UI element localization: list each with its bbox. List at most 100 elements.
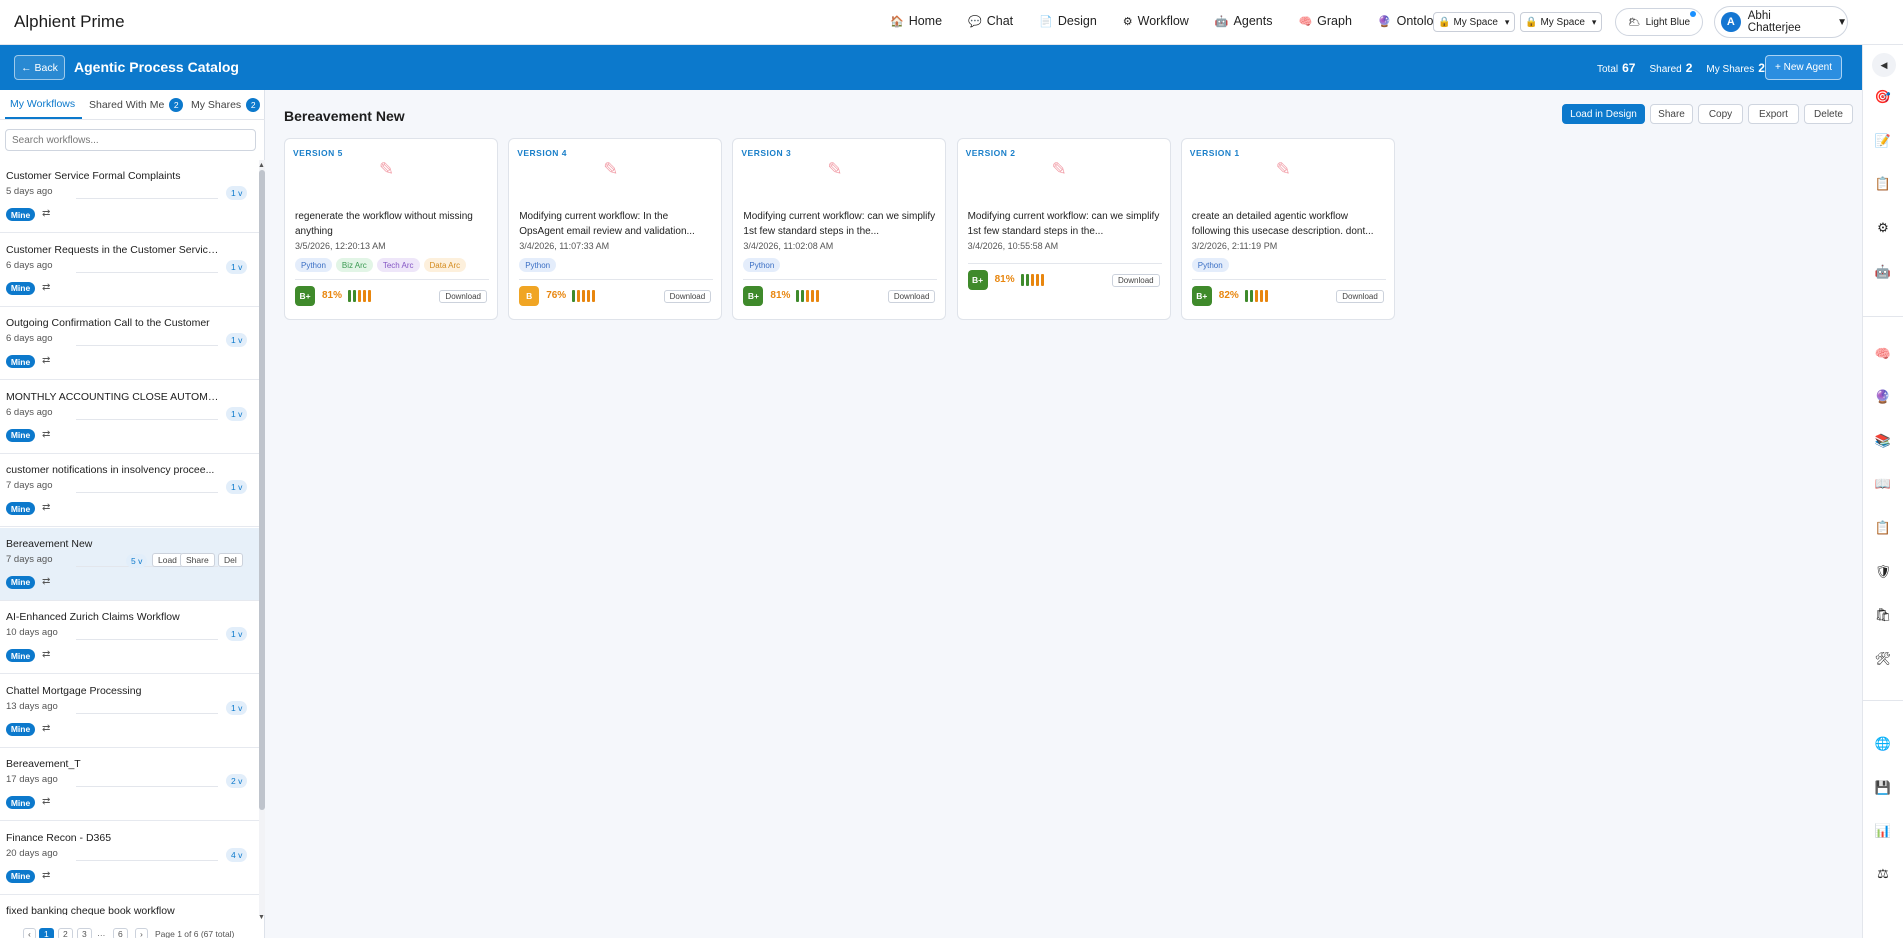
bar-chart-icon[interactable]: 📊 <box>1875 823 1891 839</box>
owner-badge: Mine <box>6 208 35 221</box>
globe-icon[interactable]: 🌐 <box>1875 736 1891 752</box>
books-icon[interactable]: 📚 <box>1875 433 1891 449</box>
share-arrows-icon[interactable]: ⇄ <box>42 355 50 366</box>
brain-icon[interactable]: 🧠 <box>1875 346 1891 362</box>
download-button[interactable]: Download <box>439 290 487 303</box>
download-button[interactable]: Download <box>1112 274 1160 287</box>
tools-icon[interactable]: 🛠 <box>1875 651 1892 667</box>
notes-icon[interactable]: 📝 <box>1875 133 1891 149</box>
workflow-list-item[interactable]: MONTHLY ACCOUNTING CLOSE AUTOMATI... 6 da… <box>0 381 259 454</box>
shield-icon[interactable]: 🛡 <box>1875 564 1892 580</box>
tab-shared-with-me[interactable]: Shared With Me 2 <box>89 98 184 112</box>
tab-my-shares[interactable]: My Shares 2 <box>191 98 261 112</box>
workflow-age: 20 days ago <box>6 847 58 859</box>
workflow-age: 7 days ago <box>6 553 53 565</box>
scroll-down-arrow[interactable]: ▼ <box>258 914 265 921</box>
share-button[interactable]: Share <box>1650 104 1693 124</box>
nav-graph[interactable]: 🧠 Graph <box>1288 12 1361 30</box>
load-workflow-button[interactable]: Load <box>152 552 183 567</box>
share-arrows-icon[interactable]: ⇄ <box>42 502 50 513</box>
version-card[interactable]: VERSION 2 ✎ Modifying current workflow: ca… <box>956 138 1171 320</box>
workflow-list-item[interactable]: Finance Recon - D365 20 days ago 4 v Mine ⇄ <box>0 822 259 895</box>
workflow-list-item[interactable]: Chattel Mortgage Processing 13 days ago 1 … <box>0 675 259 748</box>
workflow-list-item[interactable]: Customer Service Formal Complaints 5 days… <box>0 160 259 233</box>
open-book-icon[interactable]: 📖 <box>1875 476 1891 492</box>
download-button[interactable]: Download <box>663 290 712 303</box>
share-arrows-icon[interactable]: ⇄ <box>42 576 50 587</box>
page-button-1[interactable]: 1 <box>39 928 54 938</box>
floppy-disk-icon[interactable]: 💾 <box>1875 780 1891 796</box>
workflow-age: 10 days ago <box>6 627 58 638</box>
prev-page-button[interactable]: ‹ <box>23 928 36 938</box>
download-button[interactable]: Download <box>887 290 936 303</box>
card-divider <box>519 279 714 280</box>
target-icon[interactable]: 🎯 <box>1875 89 1891 105</box>
page-button-3[interactable]: 3 <box>77 928 92 938</box>
theme-toggle-button[interactable]: 🌥 Light Blue <box>1615 8 1703 36</box>
workflow-list-item[interactable]: Bereavement New 7 days ago 5 v Load Share Del… <box>0 527 259 601</box>
space-select-1[interactable]: 🔒 My Space ▾ <box>1433 12 1515 32</box>
export-button[interactable]: Export <box>1748 104 1799 124</box>
user-menu-button[interactable]: A Abhi Chatterjee ▼ <box>1714 6 1848 38</box>
delete-workflow-button[interactable]: Del <box>218 552 243 567</box>
nav-label: Design <box>1057 14 1097 28</box>
main-nav: 🏠 Home 💬 Chat 📄 Design ⚙ Workflow 🤖 Agents 🧠 Graph 🔮… <box>880 12 1457 30</box>
version-date: 3/4/2026, 11:02:08 AM <box>743 241 834 251</box>
workflow-list-item[interactable]: fixed banking cheque book workflow23 day… <box>0 895 259 915</box>
search-input[interactable] <box>5 129 256 151</box>
crystal-ball-icon[interactable]: 🔮 <box>1875 389 1891 405</box>
version-description: create an detailed agentic workflow foll… <box>1191 211 1374 237</box>
share-arrows-icon[interactable]: ⇄ <box>42 282 50 293</box>
workflow-list-item[interactable]: Outgoing Confirmation Call to the Custom… <box>0 307 259 380</box>
nav-workflow[interactable]: ⚙ Workflow <box>1113 12 1199 30</box>
nav-design[interactable]: 📄 Design <box>1029 12 1107 30</box>
robot-icon[interactable]: 🤖 <box>1875 264 1891 280</box>
workflow-list-item[interactable]: Customer Requests in the Customer Servic… <box>0 234 259 307</box>
workflow-list-item[interactable]: Bereavement_T 17 days ago 2 v Mine ⇄ <box>0 748 259 821</box>
new-agent-button[interactable]: + New Agent <box>1765 55 1842 80</box>
workflow-list-item[interactable]: customer notifications in insolvency pro… <box>0 454 259 527</box>
share-arrows-icon[interactable]: ⇄ <box>42 723 50 734</box>
copy-button[interactable]: Copy <box>1698 104 1743 124</box>
nav-home[interactable]: 🏠 Home <box>880 12 952 30</box>
nav-chat[interactable]: 💬 Chat <box>958 12 1023 30</box>
checklist-icon[interactable]: 📋 <box>1875 520 1891 536</box>
share-arrows-icon[interactable]: ⇄ <box>42 796 50 807</box>
share-arrows-icon[interactable]: ⇄ <box>42 429 50 440</box>
share-arrows-icon[interactable]: ⇄ <box>42 649 50 660</box>
gear-icon[interactable]: ⚙ <box>1875 220 1891 236</box>
version-card[interactable]: VERSION 1 ✎ create an detailed agentic wor… <box>1180 138 1395 320</box>
collapse-rail-button[interactable]: ◀ <box>1872 53 1896 77</box>
load-in-design-button[interactable]: Load in Design <box>1562 104 1645 124</box>
robot-icon: 🤖 <box>1214 15 1229 28</box>
workflow-list-item[interactable]: AI-Enhanced Zurich Claims Workflow 10 day… <box>0 601 259 674</box>
version-card[interactable]: VERSION 4 ✎ Modifying current workflow: In… <box>508 138 723 320</box>
page-button-2[interactable]: 2 <box>58 928 73 938</box>
owner-badge: Mine <box>6 649 35 662</box>
version-card[interactable]: VERSION 5 ✎ regenerate the workflow withou… <box>284 138 498 320</box>
workflow-thumbnail-icon: ✎ <box>379 159 395 179</box>
back-button[interactable]: ← Back <box>14 55 65 80</box>
version-card[interactable]: VERSION 3 ✎ Modifying current workflow: ca… <box>732 138 947 320</box>
share-arrows-icon[interactable]: ⇄ <box>42 870 50 881</box>
page-button-last[interactable]: 6 <box>113 928 128 938</box>
scales-icon[interactable]: ⚖ <box>1875 866 1891 882</box>
version-count-badge: 1 v <box>226 700 248 715</box>
workflow-name: Chattel Mortgage Processing <box>6 684 142 697</box>
share-arrows-icon[interactable]: ⇄ <box>42 208 50 219</box>
version-count-badge: 1 v <box>226 406 248 421</box>
next-page-button[interactable]: › <box>135 928 148 938</box>
space-select-2[interactable]: 🔒 My Space ▾ <box>1520 12 1602 32</box>
download-button[interactable]: Download <box>1336 290 1384 303</box>
owner-badge: Mine <box>6 502 35 515</box>
brand-logo[interactable]: Alphient Prime <box>14 12 125 32</box>
scroll-up-arrow[interactable]: ▲ <box>258 162 265 169</box>
workflow-name: customer notifications in insolvency pro… <box>6 464 215 476</box>
rail-divider <box>1863 316 1903 317</box>
tab-my-workflows[interactable]: My Workflows <box>10 98 75 110</box>
shopping-bag-icon[interactable]: 🛍 <box>1875 607 1892 623</box>
nav-agents[interactable]: 🤖 Agents <box>1205 12 1283 30</box>
delete-button[interactable]: Delete <box>1804 104 1853 124</box>
share-workflow-button[interactable]: Share <box>180 552 215 567</box>
clipboard-icon[interactable]: 📋 <box>1875 176 1891 192</box>
